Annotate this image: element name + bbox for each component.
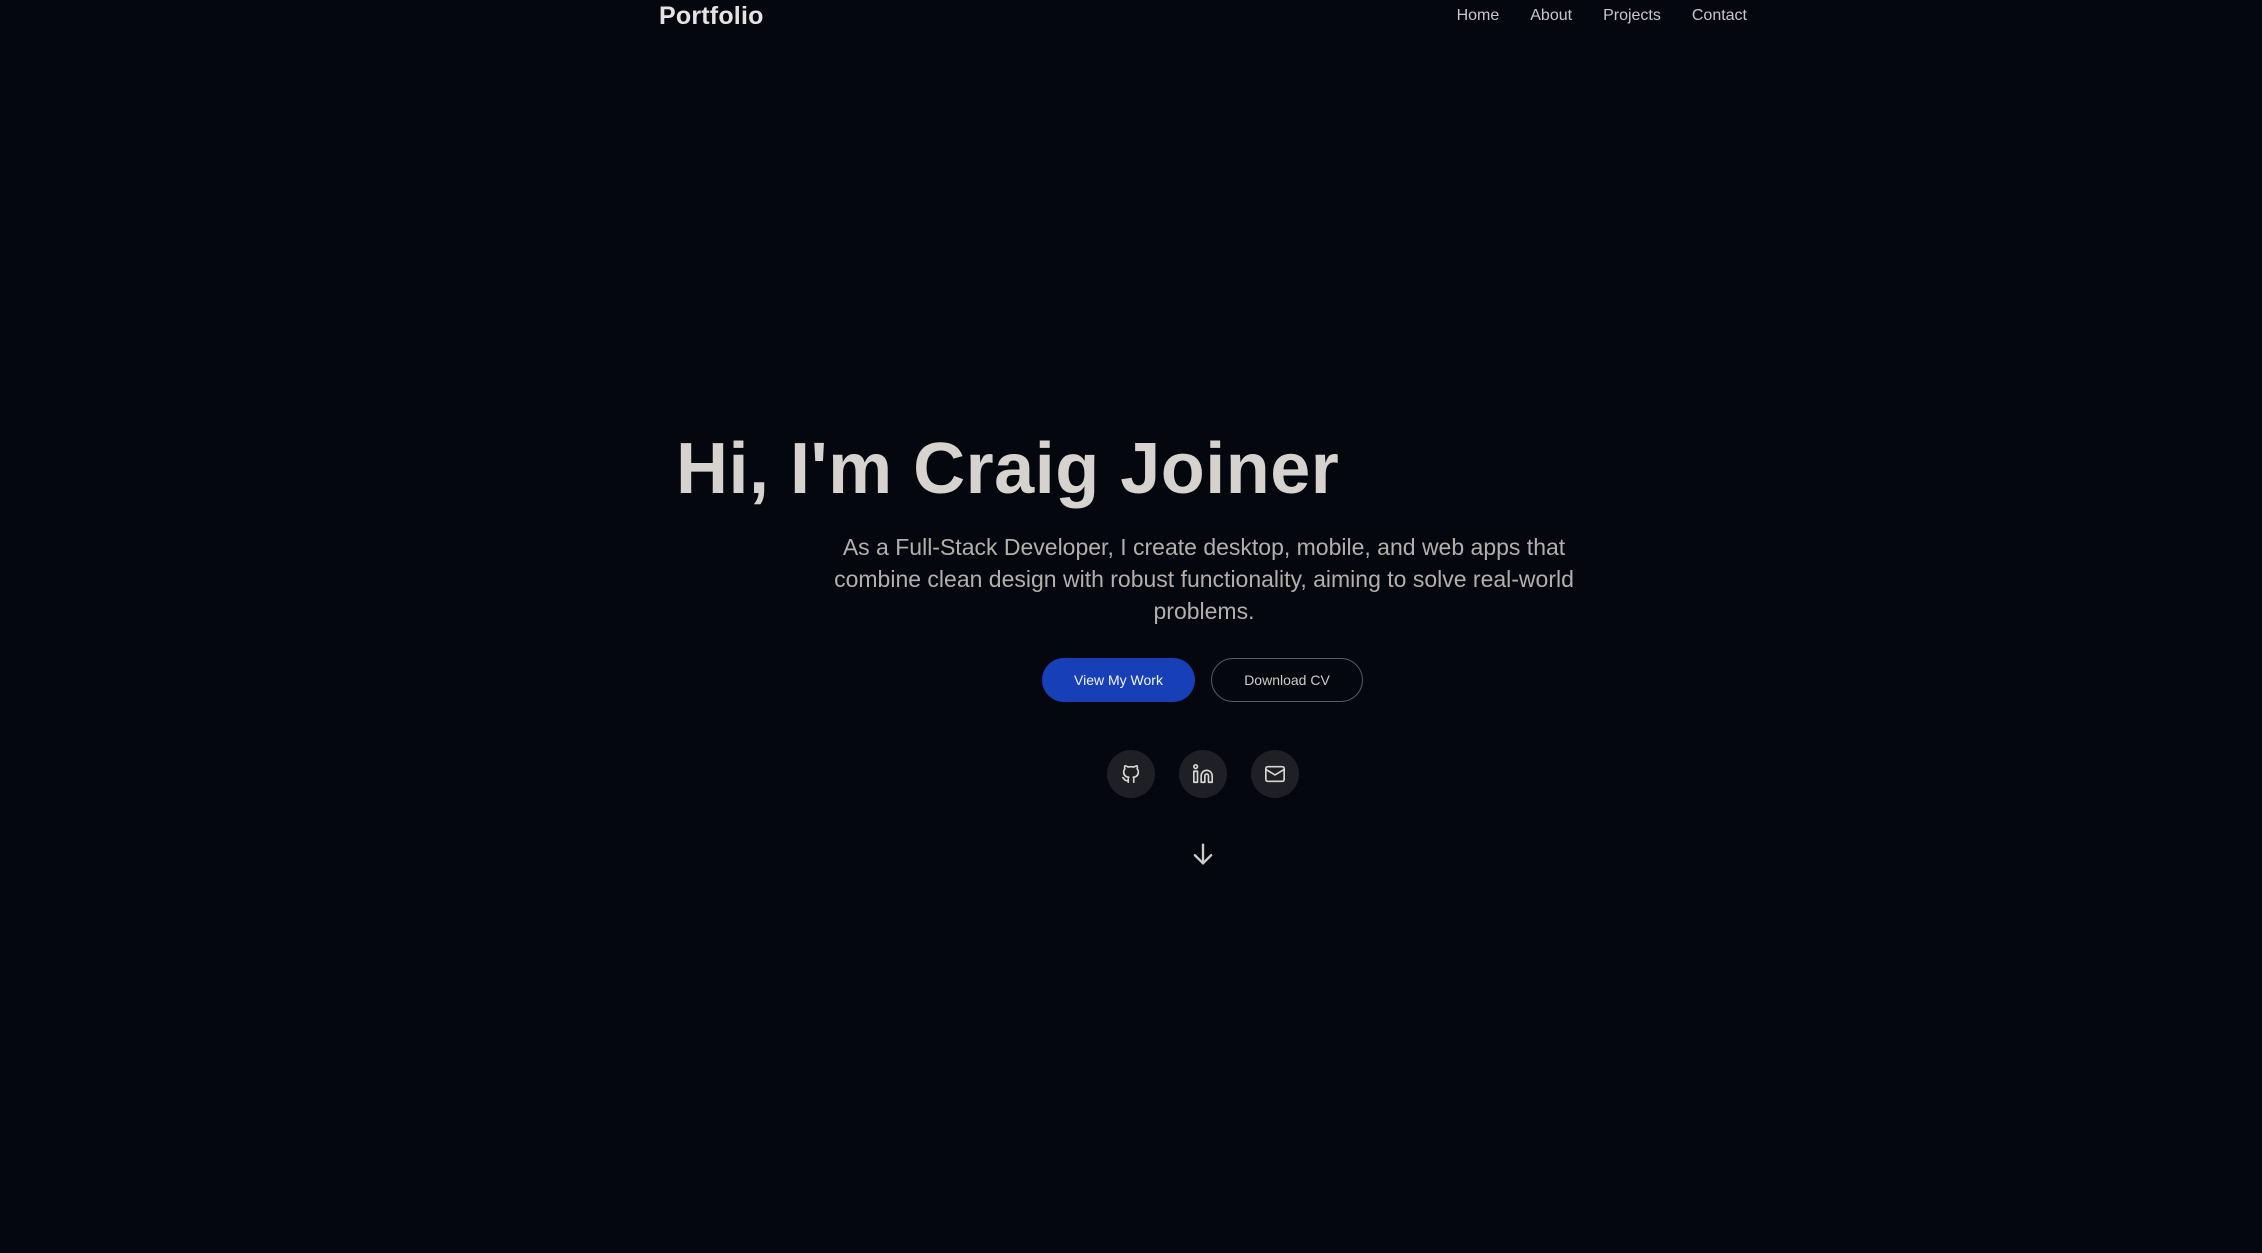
download-cv-button[interactable]: Download CV [1211,658,1363,702]
nav-link-home[interactable]: Home [1457,7,1500,25]
arrow-down-icon [1193,843,1213,865]
linkedin-link[interactable] [1179,750,1227,798]
email-link[interactable] [1251,750,1299,798]
linkedin-icon [1193,764,1213,784]
nav-link-contact[interactable]: Contact [1692,7,1747,25]
nav-link-about[interactable]: About [1530,7,1572,25]
social-links [1107,750,1299,798]
navbar: Portfolio Home About Projects Contact [0,0,2262,36]
mail-icon [1265,765,1285,783]
page: Portfolio Home About Projects Contact Hi… [0,0,2262,1253]
nav-link-projects[interactable]: Projects [1603,7,1661,25]
github-icon [1121,764,1140,784]
view-my-work-button[interactable]: View My Work [1042,658,1195,702]
scroll-down-button[interactable] [1189,840,1217,868]
hero-description: As a Full-Stack Developer, I create desk… [834,534,1574,624]
github-link[interactable] [1107,750,1155,798]
brand-logo[interactable]: Portfolio [659,2,764,31]
hero-title: Hi, I'm Craig Joiner [676,429,1340,509]
hero-actions: View My Work Download CV [1042,658,1363,702]
nav-links: Home About Projects Contact [1457,7,1747,25]
